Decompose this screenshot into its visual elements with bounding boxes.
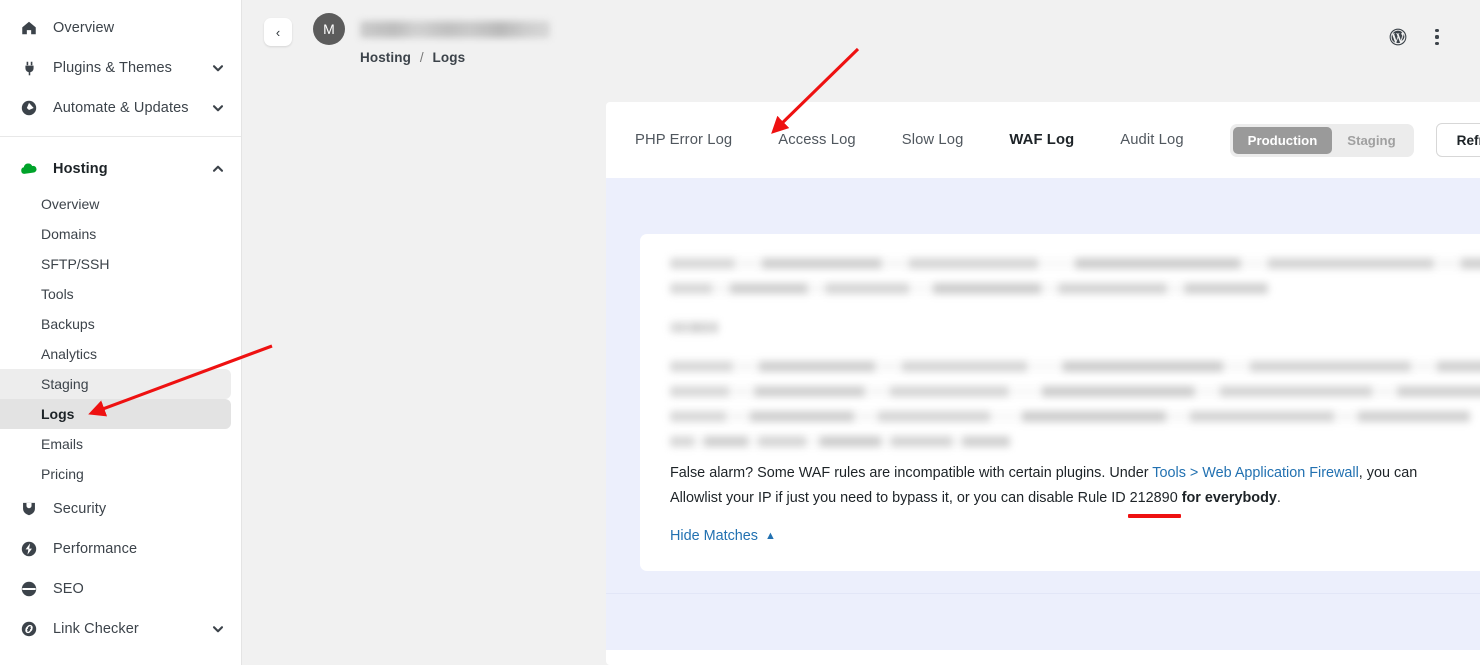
sidebar-item-overview[interactable]: Overview (0, 8, 241, 48)
log-entry-body: False alarm? Some WAF rules are incompat… (640, 234, 1480, 571)
explanation-bold: for everybody (1181, 490, 1277, 506)
breadcrumb-current: Logs (432, 50, 466, 65)
seo-icon (18, 578, 40, 600)
plug-icon (18, 57, 40, 79)
sidebar-item-hosting[interactable]: Hosting (0, 149, 241, 189)
kebab-menu-icon[interactable] (1428, 27, 1446, 47)
log-entry: View Details ▲ (606, 178, 1480, 571)
sidebar-item-link-checker[interactable]: Link Checker (0, 609, 241, 649)
logs-content-card: PHP Error Log Access Log Slow Log WAF Lo… (606, 102, 1480, 665)
sidebar-subitem-label: Backups (41, 316, 95, 332)
sidebar-subitem-label: Pricing (41, 466, 84, 482)
breadcrumb-parent[interactable]: Hosting (360, 50, 411, 65)
site-name-redacted (360, 20, 550, 38)
sidebar-item-label: Performance (53, 541, 138, 557)
sidebar-subitem-domains[interactable]: Domains (0, 219, 231, 249)
sidebar-top-group: Overview Plugins & Themes Automate & Upd… (0, 0, 241, 134)
main-region: ‹ M Hosting / Logs PHP Error Log Access … (242, 0, 1480, 665)
avatar-initial: M (323, 21, 335, 37)
sidebar-item-label: Plugins & Themes (53, 60, 173, 76)
sidebar-subitem-sftp-ssh[interactable]: SFTP/SSH (0, 249, 231, 279)
site-identity: M Hosting / Logs (313, 13, 550, 65)
automate-icon (18, 97, 40, 119)
env-option-production[interactable]: Production (1232, 126, 1333, 154)
chevron-left-icon: ‹ (275, 24, 281, 40)
hide-matches-toggle[interactable]: Hide Matches ▲ (670, 528, 776, 544)
sidebar-subitem-analytics[interactable]: Analytics (0, 339, 231, 369)
app-root: Overview Plugins & Themes Automate & Upd… (0, 0, 1480, 665)
view-details-row: View Details ▲ (640, 594, 1480, 650)
sidebar-subitem-tools[interactable]: Tools (0, 279, 231, 309)
sidebar-subitem-label: Tools (41, 286, 74, 302)
wordpress-icon[interactable] (1388, 27, 1408, 47)
tab-slow-log[interactable]: Slow Log (902, 132, 964, 148)
sidebar-item-performance[interactable]: Performance (0, 529, 241, 569)
sidebar-subitem-logs[interactable]: Logs (0, 399, 231, 429)
sidebar-item-label: SEO (53, 581, 84, 597)
log-entry: View Details ▲ (606, 593, 1480, 650)
home-icon (18, 17, 40, 39)
tab-php-error-log[interactable]: PHP Error Log (635, 132, 732, 148)
view-details-row: View Details ▲ (640, 178, 1480, 234)
hide-matches-label: Hide Matches (670, 528, 758, 544)
breadcrumb: Hosting / Logs (360, 50, 550, 65)
env-option-staging[interactable]: Staging (1332, 127, 1410, 154)
breadcrumb-separator: / (419, 50, 424, 65)
log-tabs: PHP Error Log Access Log Slow Log WAF Lo… (606, 102, 1480, 178)
sidebar-hosting-group: Hosting Overview Domains SFTP/SSH Tools … (0, 141, 241, 655)
sidebar-collapse-button[interactable]: ‹ (264, 18, 292, 46)
chevron-up-icon[interactable] (211, 162, 225, 176)
sidebar-subitem-staging[interactable]: Staging (0, 369, 231, 399)
site-header: M (313, 13, 550, 45)
sidebar-item-label: Link Checker (53, 621, 139, 637)
sidebar-item-label: Security (53, 501, 107, 517)
environment-toggle: Production Staging (1229, 123, 1414, 157)
sidebar-subitem-overview[interactable]: Overview (0, 189, 231, 219)
sidebar-item-label: Hosting (53, 161, 108, 177)
sidebar-item-security[interactable]: Security (0, 489, 241, 529)
sidebar-divider (0, 136, 241, 137)
sidebar-subitem-label: Analytics (41, 346, 98, 362)
sidebar-item-automate-updates[interactable]: Automate & Updates (0, 88, 241, 128)
chevron-up-icon: ▲ (764, 529, 776, 542)
cloud-icon (18, 158, 40, 180)
sidebar-subitem-label: Overview (41, 196, 100, 212)
explanation-suffix: . (1276, 490, 1281, 506)
sidebar-subitem-backups[interactable]: Backups (0, 309, 231, 339)
sidebar-item-seo[interactable]: SEO (0, 569, 241, 609)
waf-settings-link[interactable]: Tools > Web Application Firewall (1152, 465, 1359, 481)
sidebar-subitem-label: Staging (41, 376, 89, 392)
avatar[interactable]: M (313, 13, 345, 45)
waf-explanation: False alarm? Some WAF rules are incompat… (670, 461, 1460, 518)
sidebar-subitem-label: Domains (41, 226, 97, 242)
log-raw-content-redacted (670, 258, 1480, 447)
chevron-down-icon[interactable] (211, 61, 225, 75)
tab-waf-log[interactable]: WAF Log (1009, 132, 1074, 148)
chevron-down-icon[interactable] (211, 101, 225, 115)
sidebar-subitem-label: Emails (41, 436, 84, 452)
shield-icon (18, 498, 40, 520)
topbar-actions (1388, 27, 1446, 47)
sidebar-subitem-pricing[interactable]: Pricing (0, 459, 231, 489)
link-icon (18, 618, 40, 640)
performance-icon (18, 538, 40, 560)
log-entries-panel: View Details ▲ (606, 178, 1480, 650)
sidebar-item-label: Automate & Updates (53, 100, 189, 116)
topbar: ‹ M Hosting / Logs (242, 0, 1480, 88)
sidebar-item-label: Overview (53, 20, 115, 36)
tab-audit-log[interactable]: Audit Log (1120, 132, 1183, 148)
sidebar-subitem-label: Logs (41, 406, 75, 422)
sidebar-item-plugins-themes[interactable]: Plugins & Themes (0, 48, 241, 88)
tab-access-log[interactable]: Access Log (778, 132, 856, 148)
chevron-down-icon[interactable] (211, 622, 225, 636)
rule-id-value: 212890 (1127, 486, 1181, 518)
sidebar: Overview Plugins & Themes Automate & Upd… (0, 0, 242, 665)
explanation-prefix: False alarm? Some WAF rules are incompat… (670, 465, 1153, 481)
sidebar-subitem-emails[interactable]: Emails (0, 429, 231, 459)
refresh-button[interactable]: Refresh (1435, 123, 1480, 157)
sidebar-hosting-sublist: Overview Domains SFTP/SSH Tools Backups … (0, 189, 241, 489)
sidebar-subitem-label: SFTP/SSH (41, 256, 110, 272)
